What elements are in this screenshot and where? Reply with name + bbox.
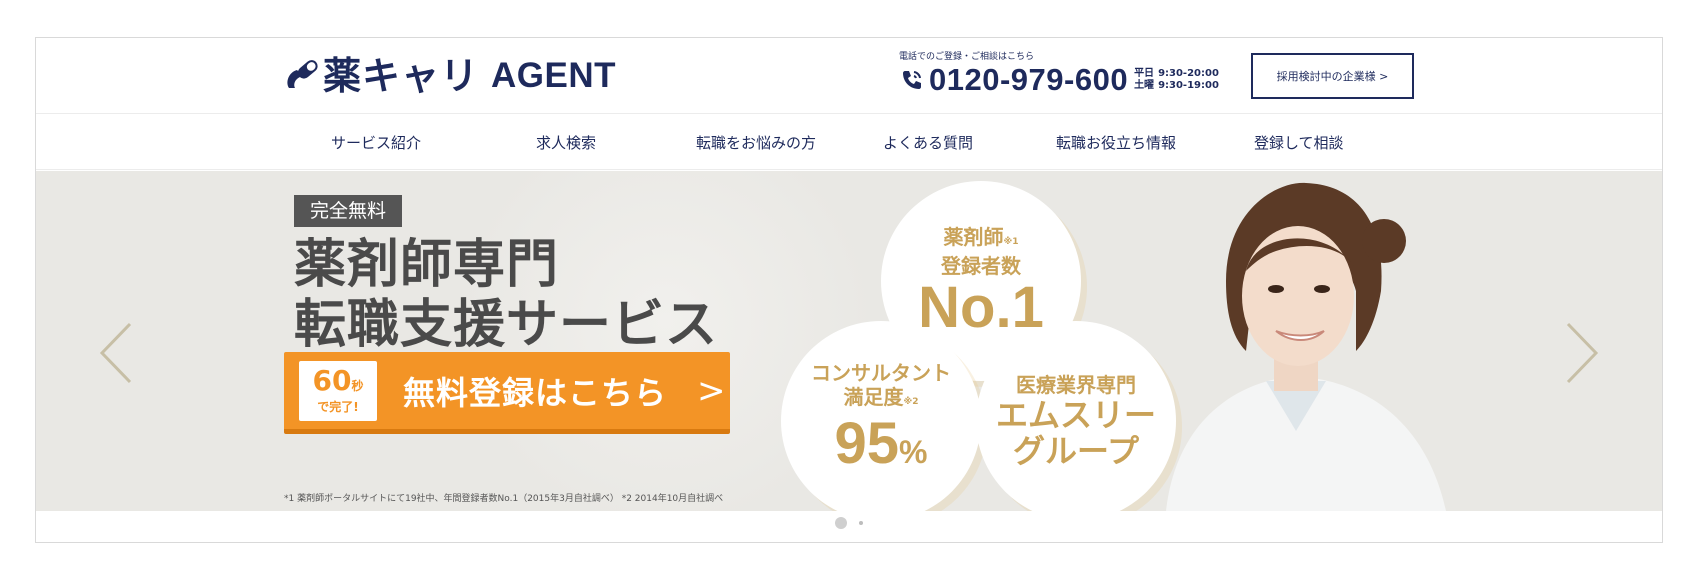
- logo-text-jp: 薬キャリ: [323, 54, 480, 98]
- business-hours: 平日 9:30-20:00 土曜 9:30-19:00: [1134, 68, 1219, 92]
- carousel-pagination: [36, 517, 1662, 529]
- headline-line-1: 薬剤師専門: [294, 235, 560, 295]
- hours-time-saturday: 9:30-19:00: [1158, 80, 1219, 91]
- circle2-title-line1: コンサルタント: [811, 360, 951, 385]
- phone-icon: [903, 71, 921, 89]
- circle1-title-line1: 薬剤師: [943, 224, 1004, 249]
- hero-banner: 完全無料 薬剤師専門 転職支援サービス 60秒 で完了! 無料登録はこちら > …: [36, 171, 1662, 511]
- seconds-unit: 秒: [351, 379, 364, 393]
- pharmacist-photo: [1166, 182, 1446, 511]
- carousel-next-chevron-right-icon[interactable]: [1562, 318, 1602, 399]
- circle3-title: 医療業界専門: [1016, 373, 1136, 397]
- stat-circle-satisfaction: コンサルタント 満足度※2 95%: [781, 321, 981, 511]
- circle3-value-line2: グループ: [1012, 432, 1140, 470]
- hours-time-weekday: 9:30-20:00: [1158, 68, 1219, 79]
- circle2-unit: %: [899, 433, 928, 470]
- cta-label: 無料登録はこちら: [403, 373, 668, 412]
- free-badge: 完全無料: [294, 195, 403, 227]
- circle1-title-line2: 登録者数: [941, 253, 1021, 278]
- phone-number[interactable]: 0120-979-600: [929, 64, 1128, 96]
- seconds-caption: で完了!: [317, 400, 359, 414]
- main-nav: サービス紹介 求人検索 転職をお悩みの方 よくある質問 転職お役立ち情報 登録し…: [36, 115, 1662, 170]
- nav-item-useful-info[interactable]: 転職お役立ち情報: [1056, 132, 1176, 153]
- site-header: 薬キャリ AGENT 電話でのご登録・ご相談はこちら 0120-979-600 …: [36, 38, 1662, 114]
- phone-contact: 電話でのご登録・ご相談はこちら 0120-979-600 平日 9:30-20:…: [899, 52, 1219, 96]
- carousel-dot-1[interactable]: [835, 517, 847, 529]
- circle2-note: ※2: [903, 396, 919, 407]
- circle2-title-line2: 満足度: [843, 384, 904, 409]
- hours-day-saturday: 土曜: [1134, 80, 1155, 91]
- page-frame: 薬キャリ AGENT 電話でのご登録・ご相談はこちら 0120-979-600 …: [35, 37, 1663, 543]
- headline-line-2: 転職支援サービス: [294, 295, 719, 355]
- nav-item-worried[interactable]: 転職をお悩みの方: [696, 132, 816, 153]
- nav-item-job-search[interactable]: 求人検索: [536, 132, 596, 153]
- nav-item-register[interactable]: 登録して相談: [1254, 132, 1344, 153]
- circle2-value: 95: [834, 410, 900, 476]
- nav-item-service[interactable]: サービス紹介: [331, 132, 421, 153]
- nav-item-faq[interactable]: よくある質問: [883, 132, 973, 153]
- hours-day-weekday: 平日: [1134, 68, 1155, 79]
- hero-footnote: *1 薬剤師ポータルサイトにて19社中、年間登録者数No.1（2015年3月自社…: [284, 494, 724, 504]
- circle1-value: No.1: [918, 274, 1044, 340]
- carousel-prev-chevron-left-icon[interactable]: [96, 318, 136, 399]
- carousel-dot-2[interactable]: [859, 521, 863, 525]
- hero-headline: 薬剤師専門 転職支援サービス: [294, 235, 718, 355]
- site-logo[interactable]: 薬キャリ AGENT: [283, 56, 616, 96]
- logo-text-en: AGENT: [491, 56, 617, 95]
- capsule-logo-icon: [287, 60, 318, 88]
- sixty-seconds-badge: 60秒 で完了!: [299, 360, 377, 421]
- chevron-right-icon: >: [697, 370, 726, 411]
- register-cta-button[interactable]: 60秒 で完了! 無料登録はこちら >: [284, 352, 730, 434]
- circle1-note: ※1: [1003, 236, 1019, 247]
- corporate-button[interactable]: 採用検討中の企業様 >: [1251, 53, 1414, 99]
- seconds-value: 60: [312, 364, 352, 397]
